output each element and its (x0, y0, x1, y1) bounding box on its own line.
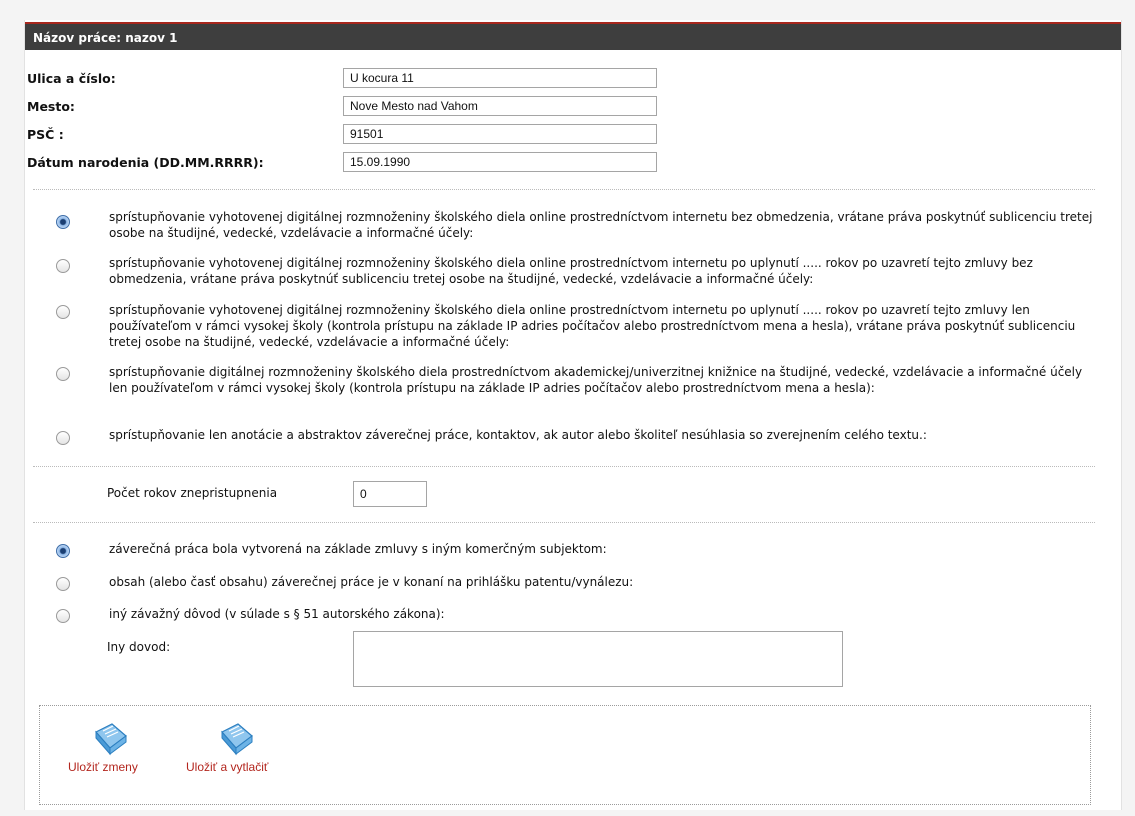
access-option-text-3: sprístupňovanie vyhotovenej digitálnej r… (109, 303, 1076, 349)
access-option-radio-3[interactable] (56, 305, 70, 319)
document-save-icon (221, 723, 253, 756)
form-title: Názov práce: nazov 1 (25, 22, 1121, 50)
access-option-text-1: sprístupňovanie vyhotovenej digitálnej r… (109, 210, 1093, 240)
other-reason-textarea[interactable] (353, 631, 843, 687)
zip-label: PSČ : (27, 127, 64, 142)
reason-option-text-1: záverečná práca bola vytvorená na základ… (109, 542, 607, 556)
access-option-radio-1[interactable] (56, 215, 70, 229)
street-label: Ulica a číslo: (27, 71, 116, 86)
reason-option-text-2: obsah (alebo časť obsahu) záverečnej prá… (109, 575, 634, 589)
access-option-radio-2[interactable] (56, 259, 70, 273)
access-option-radio-4[interactable] (56, 367, 70, 381)
years-label: Počet rokov znepristupnenia (107, 486, 278, 500)
save-button-label: Uložiť zmeny (68, 760, 138, 774)
zip-input[interactable] (343, 124, 657, 144)
save-and-print-button-label: Uložiť a vytlačiť (186, 760, 269, 774)
reason-option-radio-3[interactable] (56, 609, 70, 623)
thesis-form-panel: Názov práce: nazov 1 Ulica a číslo: Mest… (24, 20, 1122, 810)
other-reason-label: Iny dovod: (107, 640, 171, 654)
reason-option-radio-1[interactable] (56, 544, 70, 558)
action-bar: Uložiť zmeny Uložiť a vytlačiť (39, 705, 1091, 805)
divider (33, 189, 1095, 190)
access-option-radio-5[interactable] (56, 431, 70, 445)
document-save-icon (95, 723, 127, 756)
years-input[interactable] (353, 481, 427, 507)
city-input[interactable] (343, 96, 657, 116)
birthdate-label: Dátum narodenia (DD.MM.RRRR): (27, 155, 264, 170)
reason-option-radio-2[interactable] (56, 577, 70, 591)
birthdate-input[interactable] (343, 152, 657, 172)
access-option-text-5: sprístupňovanie len anotácie a abstrakto… (109, 428, 927, 442)
reason-option-text-3: iný závažný dôvod (v súlade s § 51 autor… (109, 607, 445, 621)
street-input[interactable] (343, 68, 657, 88)
divider (33, 522, 1095, 523)
divider (33, 466, 1095, 467)
access-option-text-4: sprístupňovanie digitálnej rozmnoženiny … (109, 365, 1083, 395)
city-label: Mesto: (27, 99, 75, 114)
access-option-text-2: sprístupňovanie vyhotovenej digitálnej r… (109, 256, 1033, 286)
